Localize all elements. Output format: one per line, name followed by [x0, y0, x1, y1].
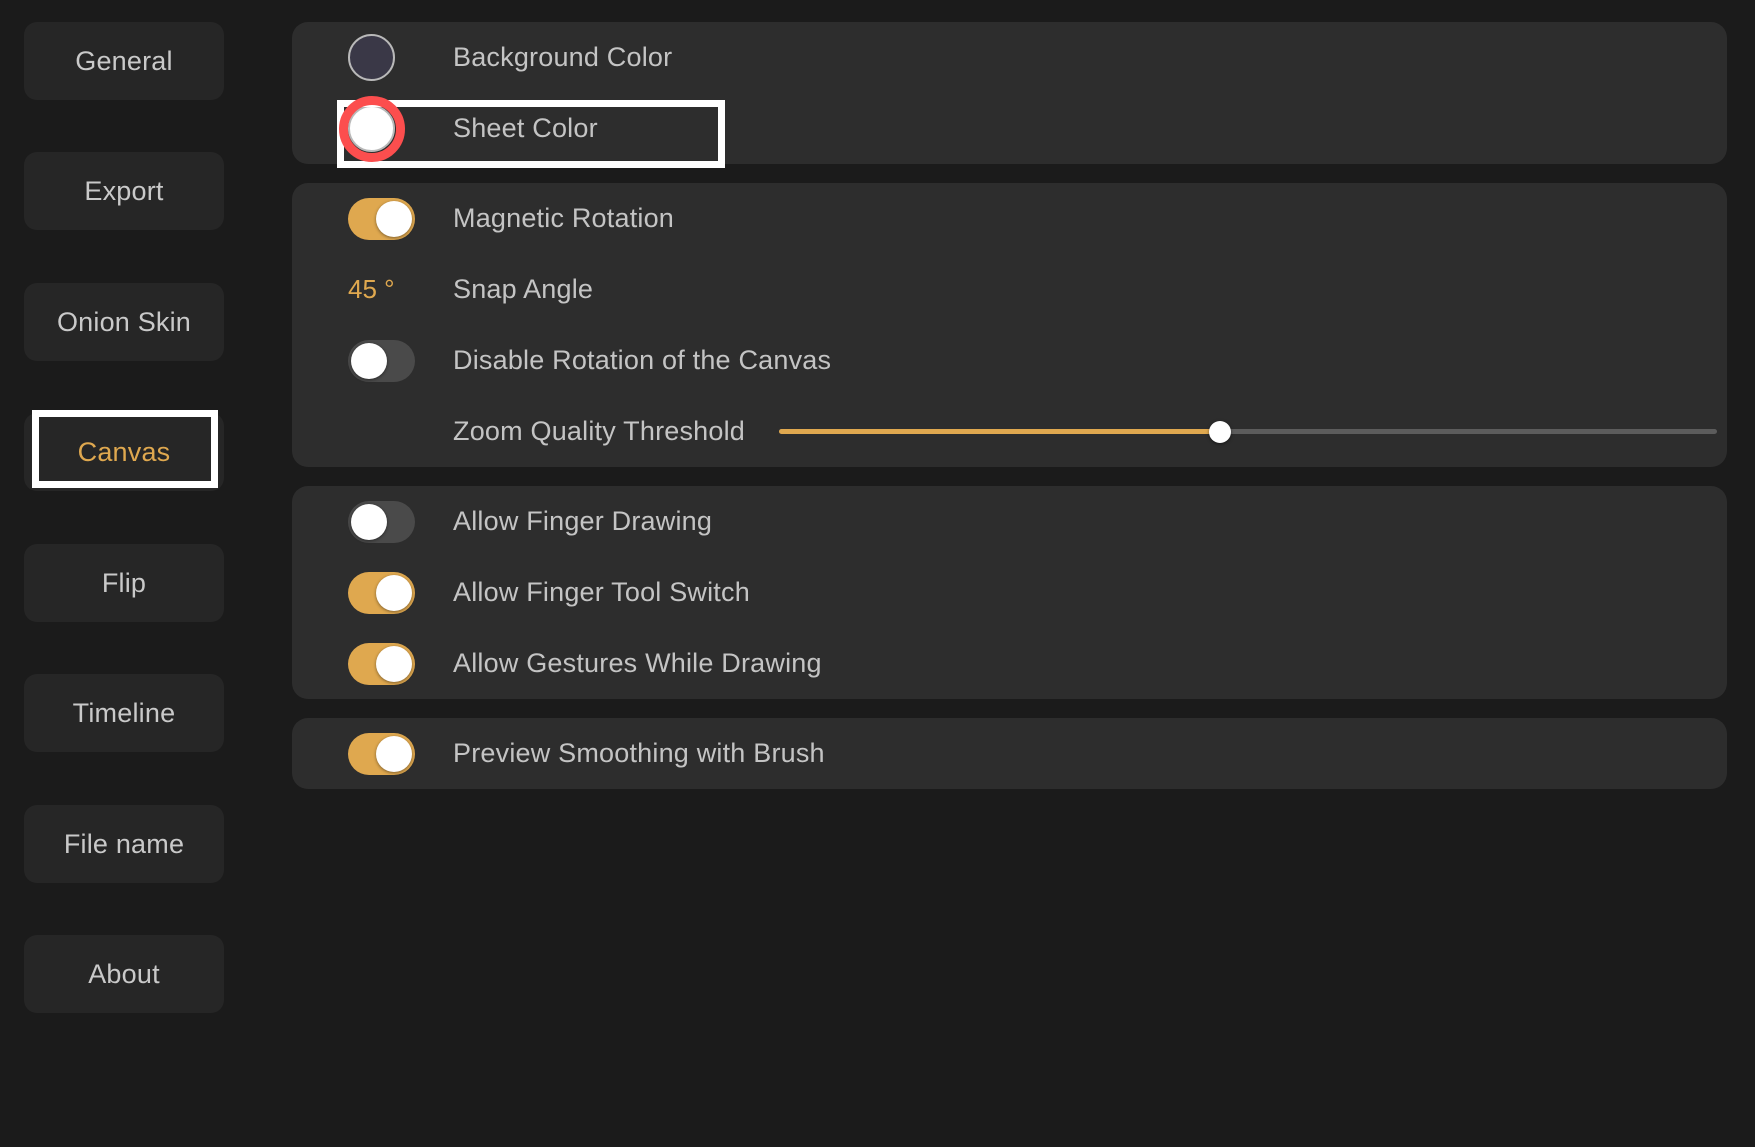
row-label: Allow Gestures While Drawing [453, 648, 822, 678]
row-background-color[interactable]: Background Color [292, 22, 1727, 93]
row-label: Disable Rotation of the Canvas [453, 345, 832, 375]
sidebar-item-general[interactable]: General [24, 22, 224, 100]
color-swatch-icon[interactable] [348, 34, 395, 81]
row-label: Allow Finger Drawing [453, 506, 713, 536]
allow-finger-drawing-control [320, 500, 453, 543]
slider-thumb[interactable] [1208, 420, 1231, 443]
toggle-preview-smoothing-with-brush[interactable] [348, 732, 415, 775]
sidebar-item-label: Flip [101, 567, 147, 598]
sidebar-item-label: General [75, 45, 173, 76]
sidebar-item-label: Timeline [72, 697, 176, 728]
background-color-swatch-wrap [348, 34, 395, 81]
allow-finger-tool-switch-control [320, 571, 453, 614]
magnetic-rotation-control [320, 197, 453, 240]
row-snap-angle[interactable]: 45 ° Snap Angle [292, 254, 1727, 325]
row-sheet-color[interactable]: Sheet Color [292, 93, 1727, 164]
settings-screen: General Export Onion Skin Canvas Flip Ti… [0, 0, 1755, 1147]
slider-track [779, 420, 1717, 443]
toggle-knob [351, 503, 387, 540]
sidebar-item-canvas[interactable]: Canvas [24, 413, 224, 491]
row-allow-finger-tool-switch[interactable]: Allow Finger Tool Switch [292, 557, 1727, 628]
slider-zoom-quality-threshold[interactable] [779, 411, 1717, 453]
toggle-disable-rotation[interactable] [348, 339, 415, 382]
sidebar-item-onion-skin[interactable]: Onion Skin [24, 283, 224, 361]
row-label: Zoom Quality Threshold [453, 416, 746, 446]
panel-rotation: Magnetic Rotation 45 ° Snap Angle Disabl… [292, 183, 1727, 467]
sidebar-item-label: Canvas [77, 436, 171, 467]
row-magnetic-rotation[interactable]: Magnetic Rotation [292, 183, 1727, 254]
snap-angle-control: 45 ° [320, 274, 453, 305]
sidebar-item-export[interactable]: Export [24, 152, 224, 230]
row-label: Preview Smoothing with Brush [453, 738, 825, 768]
preview-smoothing-control [320, 732, 453, 775]
row-allow-gestures-while-drawing[interactable]: Allow Gestures While Drawing [292, 628, 1727, 699]
allow-gestures-control [320, 642, 453, 685]
sidebar-item-label: Onion Skin [56, 306, 192, 337]
sidebar-item-label: File name [63, 828, 185, 859]
panel-colors: Background Color Sheet Color [292, 22, 1727, 164]
slider-fill [779, 429, 1220, 434]
toggle-knob [376, 200, 412, 237]
sidebar-item-label: Export [84, 175, 164, 206]
toggle-magnetic-rotation[interactable] [348, 197, 415, 240]
sidebar-item-about[interactable]: About [24, 935, 224, 1013]
row-label: Sheet Color [453, 113, 598, 143]
row-label: Allow Finger Tool Switch [453, 577, 750, 607]
background-color-control [320, 34, 453, 81]
settings-sidebar: General Export Onion Skin Canvas Flip Ti… [0, 0, 272, 1147]
sidebar-item-label: About [88, 958, 160, 989]
toggle-knob [376, 735, 412, 772]
sidebar-item-flip[interactable]: Flip [24, 544, 224, 622]
toggle-allow-finger-drawing[interactable] [348, 500, 415, 543]
toggle-allow-finger-tool-switch[interactable] [348, 571, 415, 614]
snap-angle-value[interactable]: 45 ° [348, 274, 395, 305]
sheet-color-control [320, 95, 453, 162]
settings-content: Background Color Sheet Color Magnetic Ro… [272, 0, 1755, 1147]
sheet-color-swatch-wrap [338, 95, 405, 162]
toggle-knob [376, 574, 412, 611]
row-label: Magnetic Rotation [453, 203, 675, 233]
toggle-allow-gestures-while-drawing[interactable] [348, 642, 415, 685]
row-allow-finger-drawing[interactable]: Allow Finger Drawing [292, 486, 1727, 557]
toggle-knob [351, 342, 387, 379]
panel-brush: Preview Smoothing with Brush [292, 718, 1727, 789]
row-disable-rotation[interactable]: Disable Rotation of the Canvas [292, 325, 1727, 396]
toggle-knob [376, 645, 412, 682]
row-zoom-quality-threshold[interactable]: Zoom Quality Threshold [292, 396, 1727, 467]
color-swatch-icon[interactable] [348, 105, 395, 152]
sidebar-item-file-name[interactable]: File name [24, 805, 224, 883]
row-preview-smoothing[interactable]: Preview Smoothing with Brush [292, 718, 1727, 789]
panel-touch: Allow Finger Drawing Allow Finger Tool S… [292, 486, 1727, 699]
sidebar-item-timeline[interactable]: Timeline [24, 674, 224, 752]
row-label: Snap Angle [453, 274, 594, 304]
row-label: Background Color [453, 42, 673, 72]
disable-rotation-control [320, 339, 453, 382]
